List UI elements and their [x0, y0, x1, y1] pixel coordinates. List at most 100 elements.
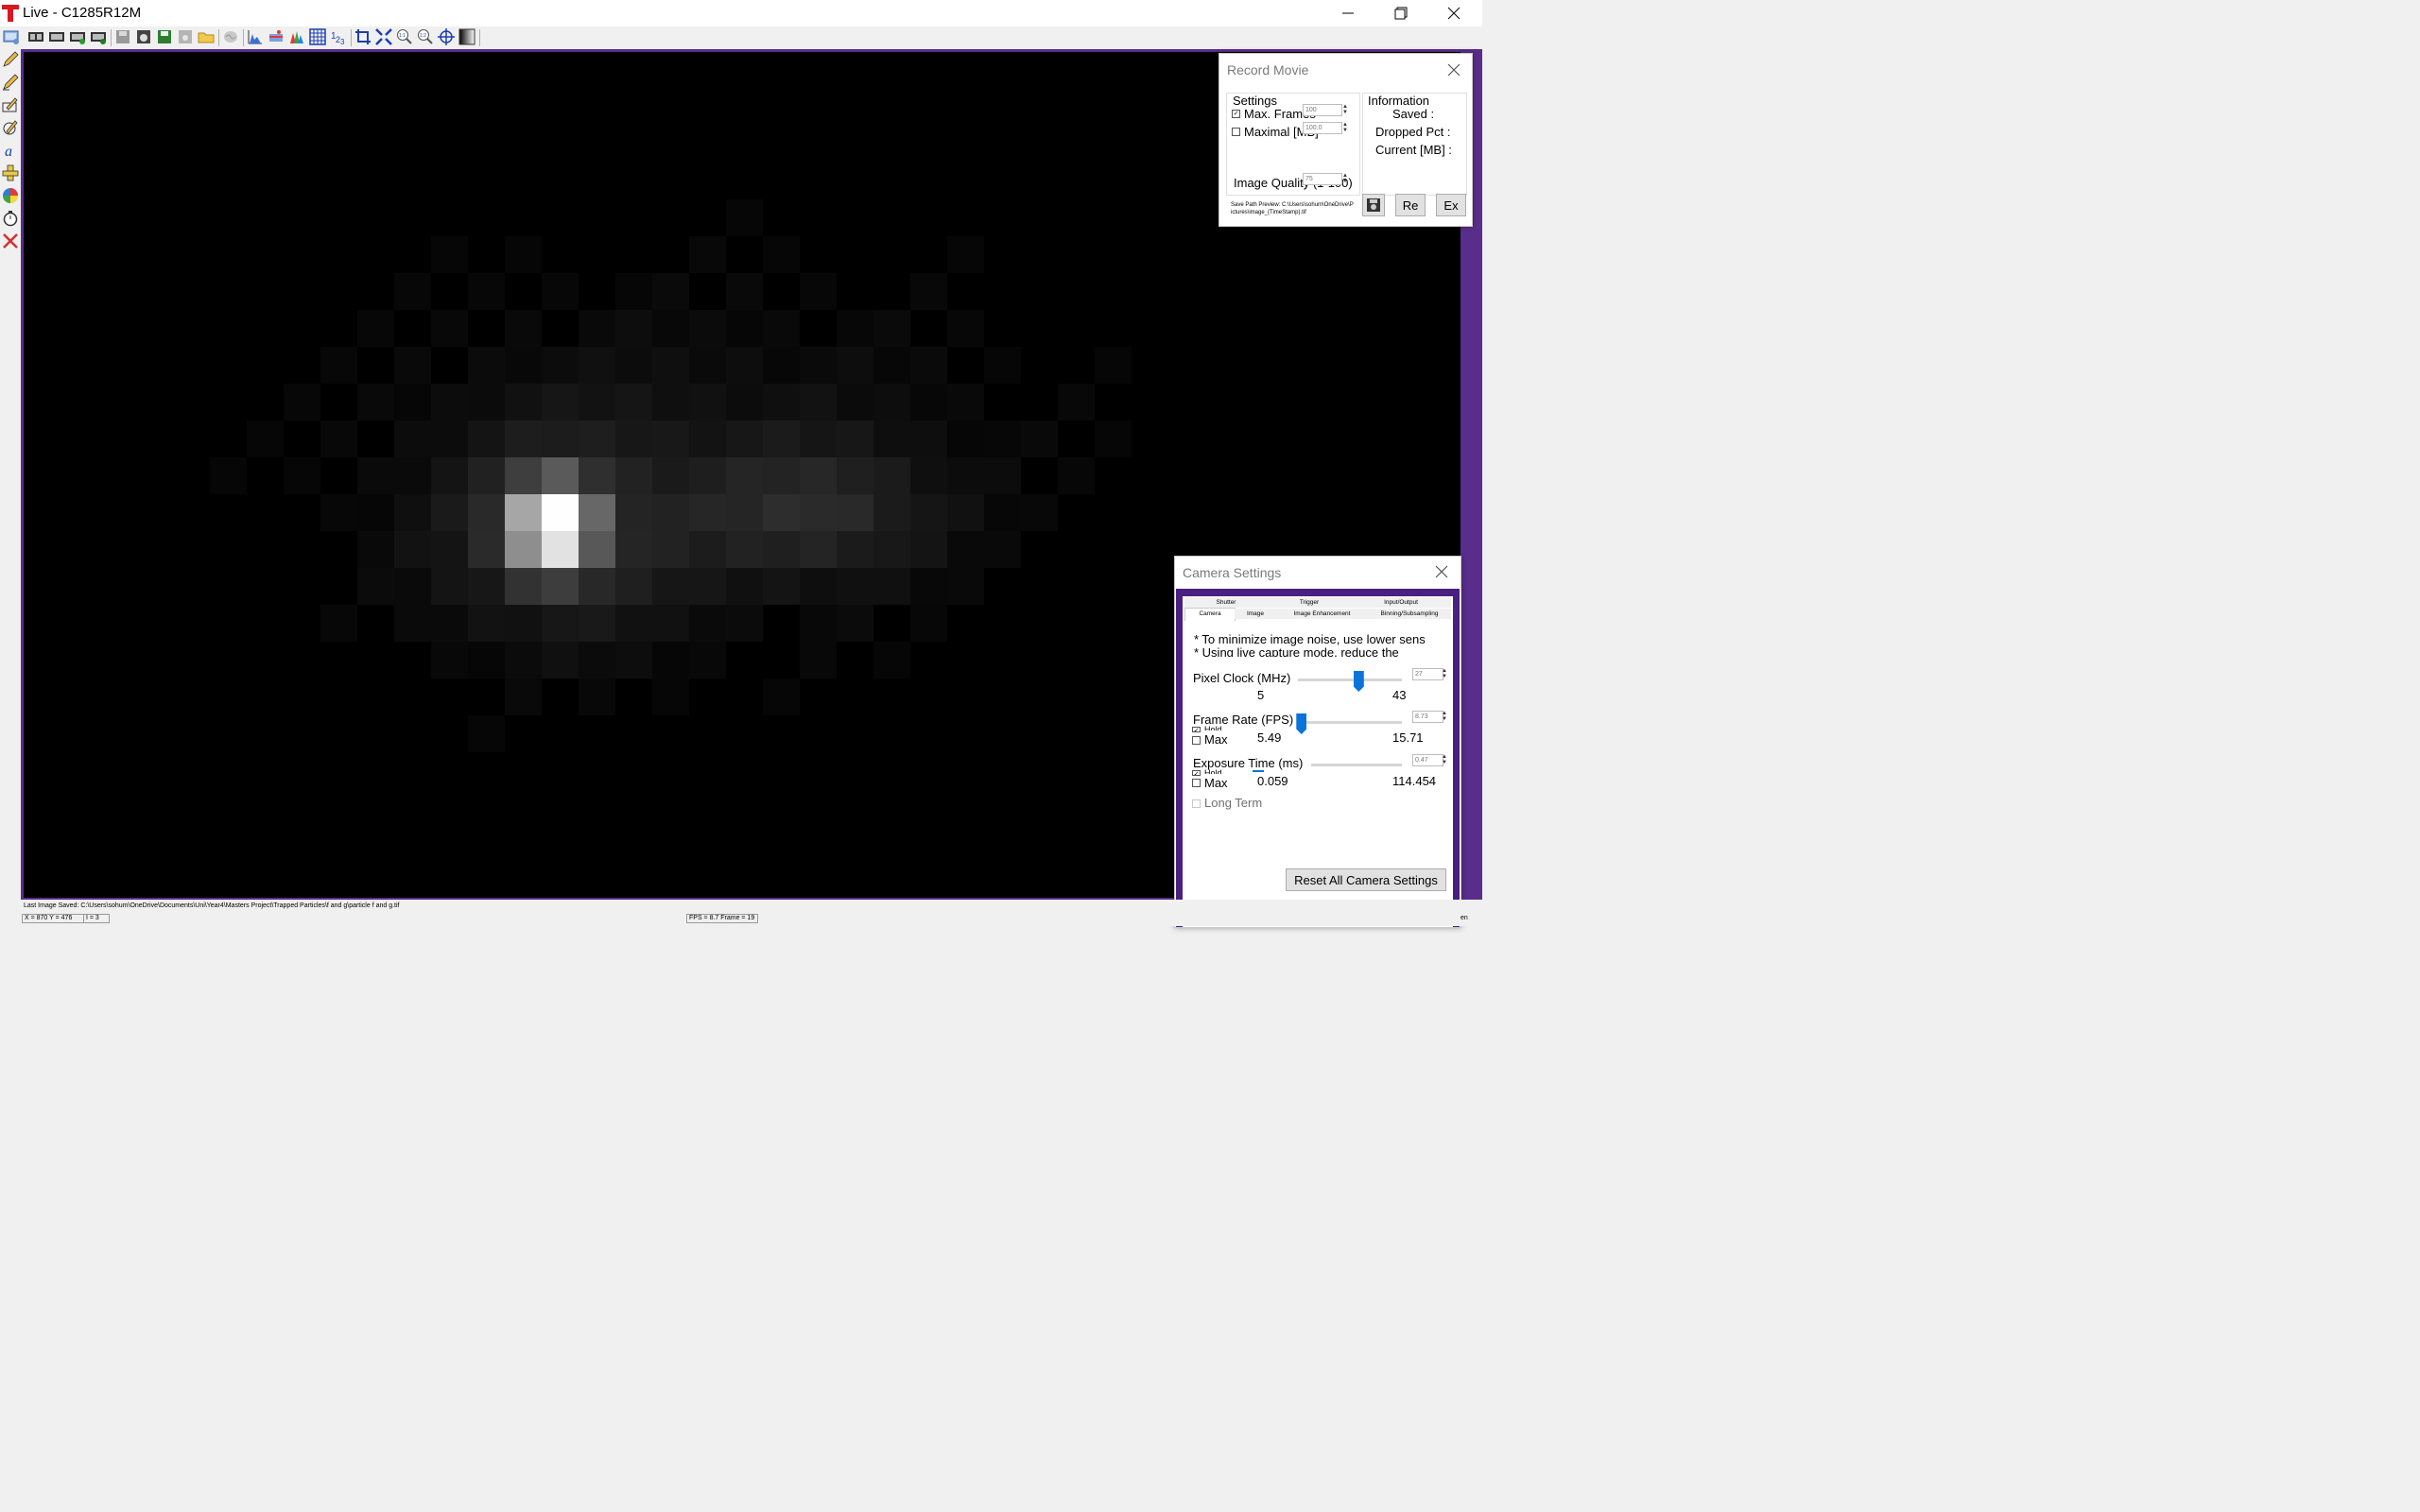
exposure-time-slider-thumb[interactable] — [1253, 770, 1264, 772]
image-pixel — [837, 605, 873, 642]
crop-icon[interactable] — [354, 28, 372, 45]
color-wheel-icon[interactable] — [2, 187, 19, 204]
image-quality-spinner[interactable]: ▲ ▼ — [1341, 173, 1349, 185]
live-view-icon[interactable] — [3, 28, 20, 45]
maximal-mb-checkbox[interactable] — [1232, 128, 1240, 136]
tab-image[interactable]: Image — [1235, 609, 1276, 619]
image-pixel — [984, 347, 1021, 384]
save-image-icon[interactable] — [156, 28, 173, 45]
pencil-icon[interactable] — [2, 51, 19, 68]
tab-trigger[interactable]: Trigger — [1268, 597, 1351, 608]
exposure-time-track[interactable] — [1311, 764, 1402, 766]
image-pixel — [284, 457, 320, 494]
image-pixel — [763, 347, 800, 384]
fit-window-icon[interactable] — [375, 28, 392, 45]
tab-binning-subsampling[interactable]: Binning/Subsampling — [1368, 609, 1451, 619]
tab-input-output[interactable]: Input/Output — [1351, 597, 1451, 608]
image-pixel — [947, 531, 984, 568]
max-frames-spinner[interactable]: ▲ ▼ — [1341, 104, 1349, 116]
camera-notes: * To minimize image noise, use lower sen… — [1194, 632, 1451, 657]
minimize-button[interactable] — [1322, 0, 1374, 26]
pixel-clock-spinner[interactable]: ▲ ▼ — [1441, 668, 1448, 680]
brain-icon[interactable] — [222, 28, 239, 45]
restore-icon — [1394, 7, 1408, 20]
image-pixel — [800, 531, 837, 568]
image-pixel — [505, 642, 542, 679]
image-pixel — [689, 347, 726, 384]
histogram-icon[interactable] — [247, 28, 264, 45]
image-pixel — [431, 531, 468, 568]
zoom-1to2-icon[interactable]: 1:2 — [417, 28, 434, 45]
exposure-max-checkbox[interactable] — [1192, 779, 1201, 787]
frame-rate-max-label: Max — [1204, 732, 1228, 747]
rgb-histogram-icon[interactable] — [288, 28, 305, 45]
image-pixel — [468, 421, 505, 457]
image-pixel — [984, 421, 1021, 457]
text-tool-icon[interactable]: a — [2, 142, 19, 159]
edit-box-icon[interactable] — [2, 96, 19, 113]
image-pixel — [1021, 494, 1058, 531]
save-disabled-icon[interactable] — [114, 28, 131, 45]
close-icon[interactable] — [1434, 564, 1449, 579]
open-folder-icon[interactable] — [198, 28, 215, 45]
film-strip-icon[interactable] — [27, 28, 44, 45]
color-profile-icon[interactable] — [268, 28, 285, 45]
save-gray-icon[interactable] — [177, 28, 194, 45]
pixel-clock-input[interactable]: 27 — [1412, 668, 1443, 680]
svg-text:a: a — [5, 144, 12, 159]
gradient-icon[interactable] — [458, 28, 475, 45]
exposure-time-input[interactable]: 0.47 — [1412, 754, 1443, 766]
tab-shutter[interactable]: Shutter — [1184, 597, 1268, 608]
exit-button[interactable]: Ex — [1436, 194, 1466, 216]
image-pixel — [800, 273, 837, 310]
pen-icon[interactable] — [2, 74, 19, 91]
grid-icon[interactable] — [309, 28, 326, 45]
close-button[interactable] — [1427, 0, 1480, 26]
zoom-1to1-icon[interactable]: 1:1 — [396, 28, 413, 45]
save-settings-button[interactable] — [1362, 194, 1385, 216]
maximal-mb-input[interactable]: 100.0 — [1303, 122, 1342, 134]
crosshair-icon[interactable] — [438, 28, 455, 45]
image-pixel — [542, 568, 579, 605]
image-pixel — [689, 384, 726, 421]
image-pixel — [542, 531, 579, 568]
record-button[interactable]: Re — [1395, 194, 1426, 216]
restore-button[interactable] — [1374, 0, 1427, 26]
frame-rate-hold-checkbox[interactable]: ✓ — [1192, 727, 1201, 734]
frame-rate-input[interactable]: 8.73 — [1412, 711, 1443, 723]
exposure-hold-checkbox[interactable]: ✓ — [1192, 770, 1201, 778]
image-pixel — [505, 531, 542, 568]
numbers-icon[interactable]: 123 — [330, 28, 347, 45]
stopwatch-icon[interactable] — [2, 210, 19, 227]
frame-rate-max-checkbox[interactable] — [1192, 736, 1201, 745]
frame-rate-track[interactable] — [1298, 721, 1402, 724]
app-logo-icon — [2, 5, 19, 22]
ruler-icon[interactable] — [2, 164, 19, 181]
image-pixel — [210, 457, 247, 494]
image-pixel — [320, 605, 357, 642]
image-pixel — [579, 568, 615, 605]
image-pixel — [652, 310, 689, 347]
long-term-checkbox[interactable] — [1192, 799, 1201, 808]
tab-camera[interactable]: Camera — [1184, 608, 1236, 621]
max-frames-input[interactable]: 100 — [1303, 104, 1342, 116]
camera-snapshot-icon[interactable] — [135, 28, 152, 45]
pixel-clock-track[interactable] — [1298, 679, 1402, 681]
film-strip-2-icon[interactable] — [48, 28, 65, 45]
film-record-icon[interactable] — [90, 28, 107, 45]
close-icon[interactable] — [1446, 62, 1461, 77]
tab-image-enhancement[interactable]: Image Enhancement — [1276, 609, 1368, 619]
frame-rate-spinner[interactable]: ▲ ▼ — [1441, 711, 1448, 723]
image-pixel — [542, 605, 579, 642]
image-pixel — [320, 347, 357, 384]
reset-camera-settings-button[interactable]: Reset All Camera Settings — [1286, 868, 1446, 891]
image-quality-input[interactable]: 75 — [1303, 173, 1342, 185]
delete-annotations-icon[interactable] — [2, 232, 19, 249]
image-pixel — [357, 310, 394, 347]
max-frames-checkbox[interactable]: ✓ — [1232, 110, 1240, 118]
film-add-icon[interactable] — [69, 28, 86, 45]
circle-edit-icon[interactable] — [2, 119, 19, 136]
exposure-time-spinner[interactable]: ▲ ▼ — [1441, 754, 1448, 766]
maximal-mb-spinner[interactable]: ▲ ▼ — [1341, 122, 1349, 134]
image-pixel — [652, 347, 689, 384]
